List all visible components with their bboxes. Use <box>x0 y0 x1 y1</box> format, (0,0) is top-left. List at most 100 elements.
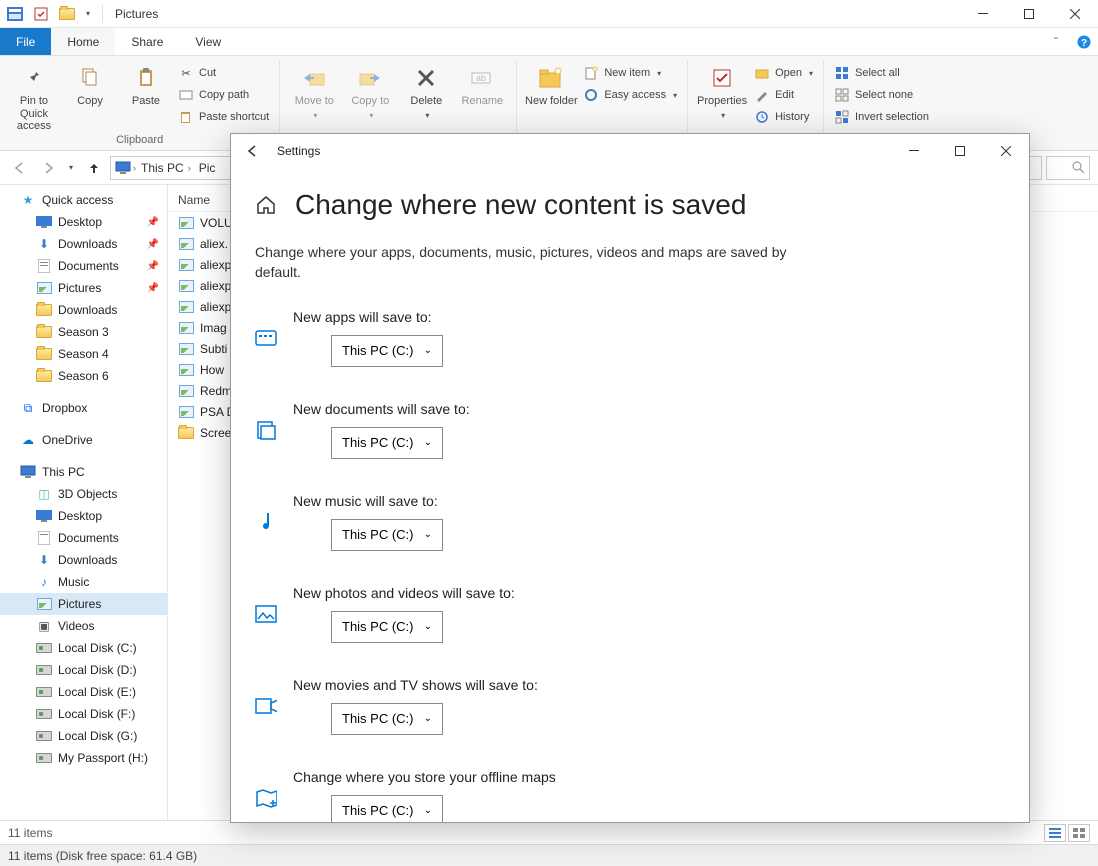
photos-select[interactable]: This PC (C:)⌄ <box>331 611 443 643</box>
sidebar-passport[interactable]: My Passport (H:) <box>0 747 167 769</box>
copy-to-button[interactable]: Copy to▾ <box>342 60 398 120</box>
settings-maximize-button[interactable] <box>937 135 983 167</box>
paste-button[interactable]: Paste <box>118 60 174 108</box>
sidebar-disk-e[interactable]: Local Disk (E:) <box>0 681 167 703</box>
sidebar-pc-desktop[interactable]: Desktop <box>0 505 167 527</box>
paste-shortcut-button[interactable]: Paste shortcut <box>174 106 273 128</box>
back-button[interactable] <box>8 156 32 180</box>
easy-access-button[interactable]: Easy access▾ <box>579 84 681 106</box>
save-row-maps: Change where you store your offline maps… <box>255 769 1005 822</box>
help-icon[interactable]: ? <box>1070 28 1098 55</box>
qat-dropdown[interactable]: ▾ <box>82 4 94 24</box>
invert-selection-icon <box>834 109 850 125</box>
select-none-button[interactable]: Select none <box>830 84 933 106</box>
delete-icon <box>412 64 440 92</box>
new-folder-icon <box>537 64 565 92</box>
ribbon-collapse[interactable]: ˇ <box>1042 28 1070 55</box>
view-large-button[interactable] <box>1068 824 1090 842</box>
settings-close-button[interactable] <box>983 135 1029 167</box>
select-none-icon <box>834 87 850 103</box>
settings-back-button[interactable] <box>245 143 277 159</box>
sidebar-disk-d[interactable]: Local Disk (D:) <box>0 659 167 681</box>
sidebar-thispc[interactable]: This PC <box>0 461 167 483</box>
sidebar-pc-documents[interactable]: Documents <box>0 527 167 549</box>
paste-shortcut-icon <box>178 109 194 125</box>
cut-button[interactable]: ✂Cut <box>174 62 273 84</box>
up-button[interactable] <box>82 156 106 180</box>
breadcrumb-thispc[interactable]: This PC› <box>138 161 194 175</box>
music-select[interactable]: This PC (C:)⌄ <box>331 519 443 551</box>
settings-minimize-button[interactable] <box>891 135 937 167</box>
copy-button[interactable]: Copy <box>62 60 118 108</box>
sidebar-desktop[interactable]: Desktop📌 <box>0 211 167 233</box>
sidebar-season4[interactable]: Season 4 <box>0 343 167 365</box>
file-name: aliex. <box>200 237 228 251</box>
sidebar-pc-pictures[interactable]: Pictures <box>0 593 167 615</box>
image-icon <box>178 404 194 420</box>
apps-label: New apps will save to: <box>293 309 443 325</box>
sidebar-disk-g[interactable]: Local Disk (G:) <box>0 725 167 747</box>
maximize-button[interactable] <box>1006 0 1052 28</box>
chevron-down-icon: ⌄ <box>424 345 432 356</box>
chevron-down-icon: ⌄ <box>424 621 432 632</box>
documents-select[interactable]: This PC (C:)⌄ <box>331 427 443 459</box>
copy-icon <box>76 64 104 92</box>
search-box[interactable] <box>1046 156 1090 180</box>
sidebar-onedrive[interactable]: ☁OneDrive <box>0 429 167 451</box>
sidebar-pc-downloads[interactable]: ⬇Downloads <box>0 549 167 571</box>
view-details-button[interactable] <box>1044 824 1066 842</box>
qat-folder-icon[interactable] <box>56 4 78 24</box>
edit-button[interactable]: Edit <box>750 84 817 106</box>
item-count: 11 items <box>8 826 52 840</box>
sidebar-pc-music[interactable]: ♪Music <box>0 571 167 593</box>
sidebar-pictures[interactable]: Pictures📌 <box>0 277 167 299</box>
minimize-button[interactable] <box>960 0 1006 28</box>
breadcrumb-pictures[interactable]: Pic <box>196 161 219 175</box>
tab-file[interactable]: File <box>0 28 51 55</box>
forward-button[interactable] <box>36 156 60 180</box>
photos-icon <box>255 603 277 625</box>
pin-icon: 📌 <box>147 261 159 272</box>
history-button[interactable]: History <box>750 106 817 128</box>
pin-to-quick-access-button[interactable]: Pin to Quick access <box>6 60 62 133</box>
sidebar-3dobjects[interactable]: ◫3D Objects <box>0 483 167 505</box>
folder-icon <box>178 425 194 441</box>
sidebar-season3[interactable]: Season 3 <box>0 321 167 343</box>
save-row-apps: New apps will save to: This PC (C:)⌄ <box>255 309 1005 367</box>
open-button[interactable]: Open▾ <box>750 62 817 84</box>
sidebar-quick-access[interactable]: ★Quick access <box>0 189 167 211</box>
save-row-movies: New movies and TV shows will save to: Th… <box>255 677 1005 735</box>
select-all-button[interactable]: Select all <box>830 62 933 84</box>
sidebar-disk-f[interactable]: Local Disk (F:) <box>0 703 167 725</box>
invert-selection-button[interactable]: Invert selection <box>830 106 933 128</box>
properties-button[interactable]: Properties▾ <box>694 60 750 120</box>
home-icon[interactable] <box>255 194 277 216</box>
chevron-down-icon: ⌄ <box>424 529 432 540</box>
apps-select[interactable]: This PC (C:)⌄ <box>331 335 443 367</box>
sidebar-documents[interactable]: Documents📌 <box>0 255 167 277</box>
chevron-down-icon: ⌄ <box>424 437 432 448</box>
file-name: Scree <box>200 426 231 440</box>
move-to-button[interactable]: Move to▾ <box>286 60 342 120</box>
qat-properties-icon[interactable] <box>30 4 52 24</box>
movies-select[interactable]: This PC (C:)⌄ <box>331 703 443 735</box>
sidebar-season6[interactable]: Season 6 <box>0 365 167 387</box>
move-to-icon <box>300 64 328 92</box>
new-item-button[interactable]: New item▾ <box>579 62 681 84</box>
delete-button[interactable]: Delete▾ <box>398 60 454 120</box>
settings-window: Settings Change where new content is sav… <box>230 133 1030 823</box>
close-button[interactable] <box>1052 0 1098 28</box>
maps-select[interactable]: This PC (C:)⌄ <box>331 795 443 822</box>
tab-share[interactable]: Share <box>115 28 179 55</box>
tab-view[interactable]: View <box>179 28 237 55</box>
sidebar-disk-c[interactable]: Local Disk (C:) <box>0 637 167 659</box>
recent-locations-button[interactable]: ▾ <box>64 156 78 180</box>
new-folder-button[interactable]: New folder <box>523 60 579 108</box>
copy-path-button[interactable]: Copy path <box>174 84 273 106</box>
sidebar-downloads[interactable]: ⬇Downloads📌 <box>0 233 167 255</box>
tab-home[interactable]: Home <box>51 28 115 55</box>
sidebar-downloads2[interactable]: Downloads <box>0 299 167 321</box>
rename-button[interactable]: abRename <box>454 60 510 108</box>
sidebar-pc-videos[interactable]: ▣Videos <box>0 615 167 637</box>
sidebar-dropbox[interactable]: ⧉Dropbox <box>0 397 167 419</box>
